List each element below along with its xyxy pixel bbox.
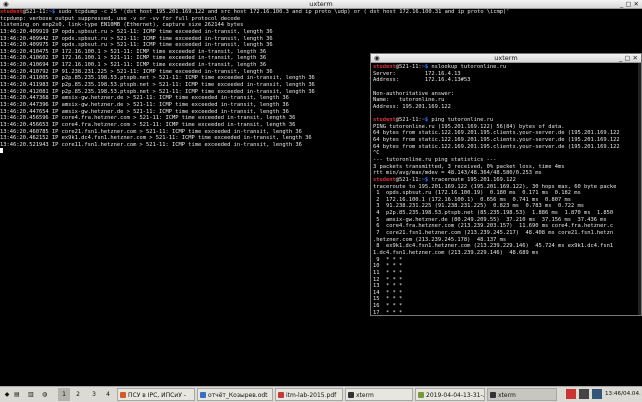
prompt-line: student@521-11:~$ traceroute 195.201.169… [373,177,637,184]
title-bar[interactable]: ◉ uxterm _ ▢ ✕ [0,0,642,9]
prompt-host: @521-11: [395,117,422,124]
title-bar[interactable]: ◉ uxterm _ ▢ ✕ [371,54,641,63]
output-line: 11 * * * [373,269,403,276]
output-line: 64 bytes from static.122.169.201.195.cli… [373,130,620,137]
workspace-2[interactable]: 2 [72,388,84,401]
output-line: 4 p2p.85.235.198.53.ptspb.net (85.235.19… [373,210,614,217]
taskbar-button-label: отчёт_Козырев.odt [208,392,268,399]
command-text: traceroute 195.201.169.122 [428,176,516,183]
document-icon [200,392,206,398]
output-line: 5 amsix-gw.hetzner.de (80.249.209.55) 37… [373,216,607,223]
terminal-window-secondary[interactable]: ◉ uxterm _ ▢ ✕ student@521-11:~$ nslooku… [370,53,642,316]
window-title: uxterm [494,54,518,62]
terminal-icon [348,392,354,398]
output-line: 2 172.16.100.1 (172.16.100.1) 0.656 ms 0… [373,196,571,203]
prompt-user: student [373,117,396,124]
prompt-user: student [373,176,396,183]
output-line: 13 * * * [373,283,403,290]
output-line: 17 * * * [373,309,403,315]
terminal-output[interactable]: student@521-11:~$ nslookup tutoronline.r… [373,64,637,315]
output-line: tcpdump: verbose output suppressed, use … [0,15,241,22]
scrollbar[interactable] [638,63,641,315]
window-title: uxterm [309,0,333,8]
taskbar-button-label: ПСУ в IPC, ИПСиУ - [128,392,186,399]
output-line: 1.dc4.fsn1.hetzner.com (213.239.229.146)… [373,249,539,256]
output-line: 12 * * * [373,276,403,283]
output-line: 9 * * * [373,256,403,263]
workspace-4[interactable]: 4 [102,388,114,401]
prompt-line: student@521-11:~$ ping tutoronline.ru [373,117,637,124]
output-line: Address: 172.16.4.13#53 [373,77,471,84]
output-line: 64 bytes from static.122.169.201.195.cli… [373,137,620,144]
taskbar-button[interactable]: отчёт_Козырев.odt [197,388,273,401]
taskbar-button[interactable]: 2019-04-04-13-31-... [415,388,485,401]
output-line: 13:46:20.409942 IP opds.spbsut.ru > 521-… [0,35,273,42]
keyboard-layout-icon[interactable] [566,389,576,399]
output-line: 1 opds.spbsut.ru (172.16.100.19) 0.180 m… [373,190,581,197]
output-line: 3 91.238.231.225 (91.238.231.225) 0.823 … [373,203,584,210]
output-line: 13:46:20.409975 IP opds.spbsut.ru > 521-… [0,42,273,49]
output-line: rtt min/avg/max/mdev = 48.143/48.364/48.… [373,170,542,177]
output-line: 64 bytes from static.122.169.201.195.cli… [373,143,620,150]
files-icon[interactable]: ▥ [28,388,38,401]
text-cursor [0,148,3,154]
image-icon [418,392,424,398]
prompt-line: student@521-11:~$ nslookup tutoronline.r… [373,64,637,71]
output-line: Server: 172.16.4.13 [373,70,461,77]
browser-launcher-icon[interactable]: ◍ [42,388,52,401]
output-line: 16 * * * [373,303,403,310]
taskbar: ◆ ▤ ▥ ◍ 1234 ПСУ в IPC, ИПСиУ - отчёт_Коз… [0,386,642,402]
pdf-icon [278,392,284,398]
taskbar-button[interactable]: xterm [487,388,557,401]
output-line: Non-authoritative answer: [373,90,455,97]
output-line: 13:46:20.409919 IP opds.spbsut.ru > 521-… [0,28,273,35]
output-line: listening on enp2s0, link-type EN10MB (E… [0,22,244,29]
output-line: ^C [373,150,380,157]
output-line: --- tutoronline.ru ping statistics --- [373,156,497,163]
volume-icon[interactable] [592,389,602,399]
output-line: .hetzner.com (213.239.245.178) 48.137 ms [373,236,507,243]
command-text: ping tutoronline.ru [428,117,494,124]
output-line: 8 ex9k1.dc4.fsn1.hetzner.com (213.239.22… [373,243,614,250]
prompt-host: @521-11: [395,176,422,183]
taskbar-button-label: 2019-04-04-13-31-... [426,392,485,399]
browser-icon [120,392,126,398]
workspace-1[interactable]: 1 [58,388,70,401]
network-icon[interactable] [579,389,589,399]
output-line: 3 packets transmitted, 3 received, 0% pa… [373,163,565,170]
taskbar-button[interactable]: ПСУ в IPC, ИПСиУ - [117,388,195,401]
output-line: traceroute to 195.201.169.122 (195.201.1… [373,183,617,190]
window-list-icon[interactable]: ▤ [14,388,24,401]
taskbar-button[interactable]: itm-lab-2015.pdf [275,388,343,401]
output-line: 10 * * * [373,263,403,270]
taskbar-button-label: xterm [498,392,516,399]
app-menu-icon[interactable]: ◆ [2,388,12,401]
output-line: PING tutoronline.ru (195.201.169.122) 56… [373,123,565,130]
taskbar-button-label: itm-lab-2015.pdf [286,392,337,399]
window-controls[interactable]: _ ▢ ✕ [620,0,639,9]
prompt-line: student@521-11:~$ sudo tcpdump -c 25 '(d… [0,9,642,16]
workspace-3[interactable]: 3 [88,388,100,401]
prompt-user: student [373,64,396,70]
command-text: nslookup tutoronline.ru [428,64,507,70]
output-line: Address: 195.201.169.122 [373,103,451,110]
taskbar-button[interactable]: xterm [345,388,413,401]
output-line: 15 * * * [373,296,403,303]
output-line: 7 core21.fsn1.hetzner.com (213.239.245.2… [373,230,614,237]
terminal-icon [490,392,496,398]
prompt-host: @521-11: [22,9,49,15]
window-controls[interactable]: _ ▢ ✕ [619,54,638,63]
taskbar-button-label: xterm [356,392,374,399]
prompt-host: @521-11: [395,64,422,70]
output-line: Name: tutoronline.ru [373,97,445,104]
command-text: sudo tcpdump -c 25 '(dst host 195.201.16… [55,9,510,15]
clock[interactable]: 13:46/04.04.2019 [605,388,641,401]
prompt-user: student [0,9,23,15]
output-line: 6 core4.fra.hetzner.com (213.239.203.157… [373,223,614,230]
output-line: 14 * * * [373,289,403,296]
